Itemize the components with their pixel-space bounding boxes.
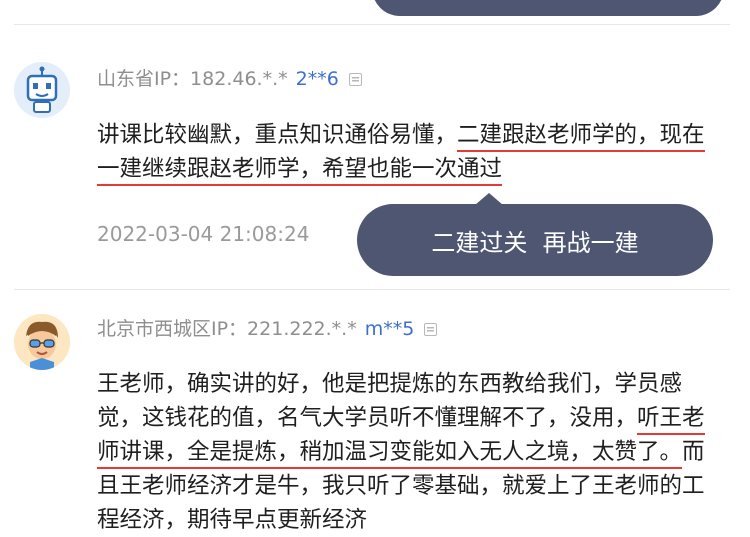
highlighted-text: 一建继续跟赵老师学，希望也能一次通过	[97, 156, 503, 186]
comment-line: 一建继续跟赵老师学，希望也能一次通过	[97, 152, 731, 186]
comment-tag-bubble[interactable]: 二建过关 再战一建	[357, 193, 713, 276]
highlighted-text: 听王老	[637, 405, 705, 435]
robot-avatar-icon	[14, 62, 70, 118]
comment-line: 且王老师经济才是牛，我只听了零基础，就爱上了王老师的工	[97, 473, 705, 499]
highlighted-text: 师讲课，全是提炼，稍加温习变能如入无人之境，太赞了。	[97, 439, 683, 469]
member-badge-icon	[424, 323, 438, 336]
divider	[14, 24, 730, 25]
comment-line: 师讲课，全是提炼，稍加温习变能如入无人之境，太赞了。而	[97, 435, 731, 469]
ip-location: 北京市西城区IP：221.222.*.*	[97, 318, 357, 340]
comment-line: 讲课比较幽默，重点知识通俗易懂，二建跟赵老师学的，现在	[97, 118, 731, 152]
boy-avatar[interactable]	[14, 314, 70, 370]
comment-tag-label: 二建过关 再战一建	[431, 228, 639, 257]
robot-avatar[interactable]	[14, 62, 70, 118]
previous-reply-tag[interactable]	[372, 0, 724, 16]
comment-line: 王老师，确实讲的好，他是把提炼的东西教给我们，学员感	[97, 371, 683, 397]
comment-text: 王老师，确实讲的好，他是把提炼的东西教给我们，学员感 觉，这钱花的值，名气大学员…	[97, 367, 731, 537]
highlighted-text: 二建跟赵老师学的，现在	[457, 122, 705, 152]
boy-avatar-icon	[14, 314, 70, 370]
username[interactable]: 2**6	[296, 68, 339, 90]
member-badge-icon	[348, 73, 362, 86]
username[interactable]: m**5	[365, 318, 415, 340]
ip-location: 山东省IP：182.46.*.*	[97, 68, 288, 90]
comment-text: 讲课比较幽默，重点知识通俗易懂，二建跟赵老师学的，现在 一建继续跟赵老师学，希望…	[97, 118, 731, 186]
comment-line: 觉，这钱花的值，名气大学员听不懂理解不了，没用，听王老	[97, 401, 731, 435]
comment-line: 程经济，期待早点更新经济	[97, 507, 368, 533]
comment-date: 2022-03-04 21:08:24	[97, 222, 310, 246]
divider	[14, 289, 730, 290]
comment-meta: 北京市西城区IP：221.222.*.* m**5	[97, 316, 438, 342]
comment-meta: 山东省IP：182.46.*.* 2**6	[97, 66, 362, 92]
